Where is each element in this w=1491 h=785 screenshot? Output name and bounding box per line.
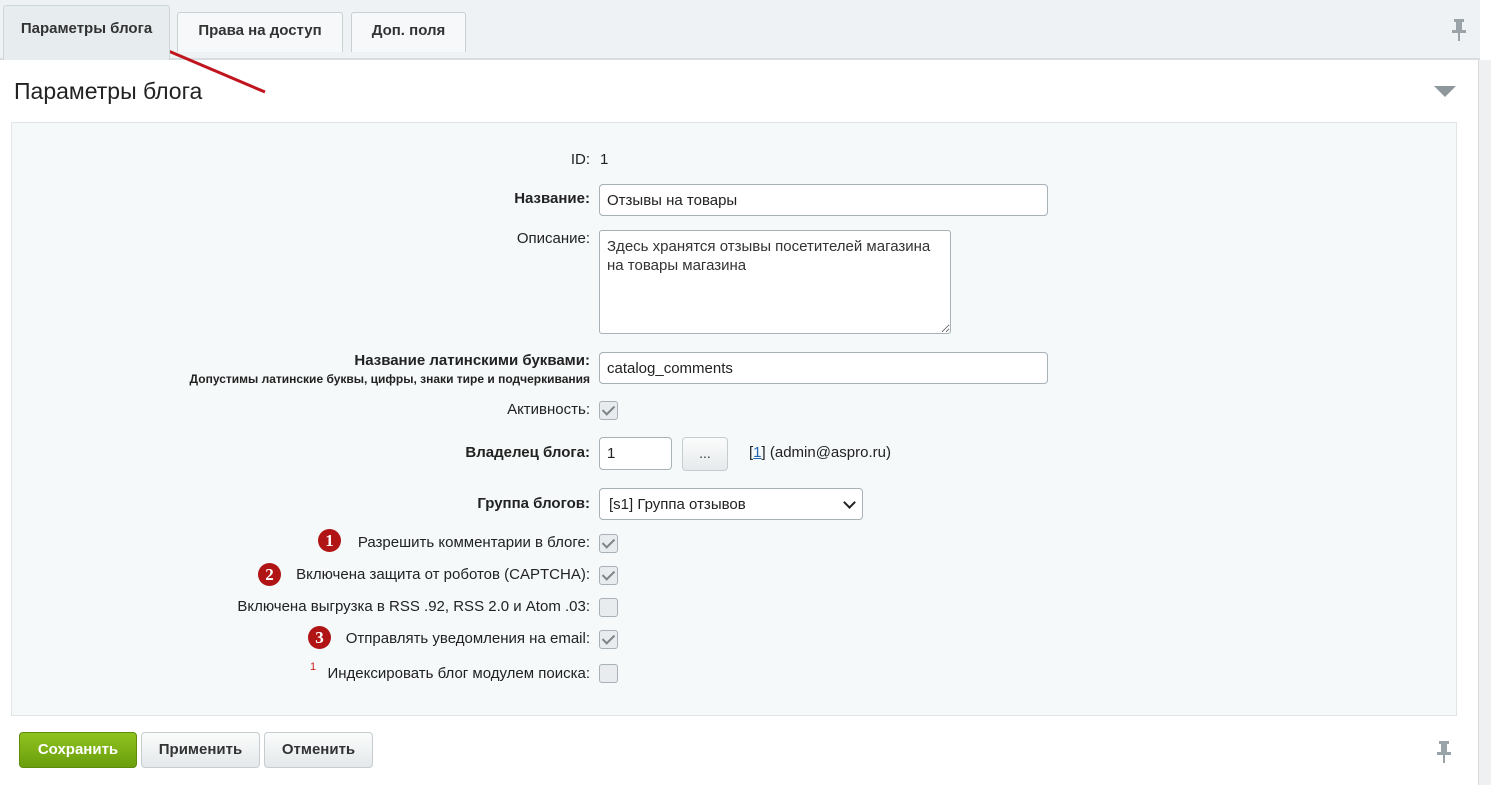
number-badge-2: 2 (258, 563, 281, 586)
triangle-down-icon[interactable] (1434, 86, 1456, 97)
tab-bar: Параметры блога Права на доступ Доп. пол… (0, 0, 1480, 60)
pin-icon[interactable] (1435, 740, 1453, 764)
captcha-label: Включена защита от роботов (CAPTCHA): (296, 566, 590, 583)
tab-blog-params[interactable]: Параметры блога (3, 5, 170, 60)
section-title: Параметры блога (14, 78, 203, 104)
rss-checkbox[interactable] (599, 598, 618, 617)
active-checkbox[interactable] (599, 401, 618, 420)
allow-comments-checkbox[interactable] (599, 534, 618, 553)
latin-name-label: Название латинскими буквами: (354, 352, 590, 369)
email-notify-label: Отправлять уведомления на email: (345, 630, 590, 647)
active-label: Активность: (507, 401, 590, 418)
index-label: Индексировать блог модулем поиска: (327, 665, 590, 682)
owner-select-button[interactable]: ... (682, 437, 728, 471)
latin-name-hint: Допустимы латинские буквы, цифры, знаки … (189, 372, 590, 386)
tab-access-rights[interactable]: Права на доступ (177, 12, 343, 52)
pin-icon[interactable] (1450, 18, 1468, 42)
name-label: Название: (514, 190, 590, 207)
footnote-marker: 1 (310, 661, 317, 673)
allow-comments-label: Разрешить комментарии в блоге: (357, 534, 590, 551)
number-badge-3: 3 (308, 626, 331, 649)
rss-label: Включена выгрузка в RSS .92, RSS 2.0 и A… (237, 598, 590, 615)
id-label: ID: (570, 151, 590, 168)
group-select[interactable]: [s1] Группа отзывов (599, 488, 863, 520)
owner-input[interactable] (599, 437, 672, 470)
save-button[interactable]: Сохранить (19, 732, 137, 768)
captcha-checkbox[interactable] (599, 566, 618, 585)
id-value: 1 (600, 151, 609, 168)
group-select-value: [s1] Группа отзывов (609, 496, 746, 513)
latin-name-input[interactable] (599, 352, 1048, 384)
name-input[interactable] (599, 184, 1048, 216)
owner-email: (admin@aspro.ru) (769, 444, 891, 461)
description-textarea[interactable]: Здесь хранятся отзывы посетителей магази… (599, 230, 951, 334)
tab-extra-fields[interactable]: Доп. поля (351, 12, 466, 52)
number-badge-1: 1 (318, 529, 341, 552)
email-notify-checkbox[interactable] (599, 630, 618, 649)
cancel-button[interactable]: Отменить (264, 732, 373, 768)
scrollbar[interactable] (1478, 60, 1491, 785)
index-checkbox[interactable] (599, 664, 618, 683)
chevron-down-icon (843, 496, 856, 509)
owner-link[interactable]: 1 (753, 444, 761, 461)
owner-label: Владелец блога: (465, 444, 590, 461)
owner-info: [1] (admin@aspro.ru) (749, 444, 891, 461)
apply-button[interactable]: Применить (141, 732, 260, 768)
group-label: Группа блогов: (477, 495, 590, 512)
description-label: Описание: (516, 230, 590, 247)
